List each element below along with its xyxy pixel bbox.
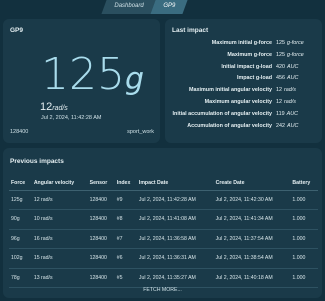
stat-value: 242 AUC	[276, 122, 299, 129]
table-cell: 90g	[9, 209, 32, 230]
table-cell: 1.000	[290, 248, 318, 269]
stat-label: Initial accumulation of angular velocity	[172, 110, 272, 117]
current-impact-card: GP9 125g 12rad/s Jul 2, 2024, 11:42:28 A…	[3, 19, 160, 143]
fetch-more-button[interactable]: FETCH MORE...	[3, 287, 322, 293]
table-cell: 125g	[9, 190, 32, 210]
table-cell: Jul 2, 2024, 11:41:34 AM	[213, 209, 291, 230]
table-cell: 1.000	[290, 229, 318, 249]
table-cell: 128400	[87, 229, 115, 249]
table-cell: Jul 2, 2024, 11:36:31 AM	[136, 248, 214, 269]
stat-value: 456 AUC	[276, 75, 299, 82]
stat-value: 119 AUC	[276, 110, 298, 117]
stat-label: Accumulation of angular velocity	[187, 122, 272, 129]
profile-name: sport_work	[127, 129, 154, 135]
table-cell: Jul 2, 2024, 11:40:18 AM	[213, 268, 291, 288]
table-cell: 128400	[87, 209, 115, 230]
table-cell: Jul 2, 2024, 11:38:54 AM	[213, 248, 291, 269]
table-cell: 1.000	[290, 209, 318, 230]
table-cell: 1.000	[290, 190, 318, 210]
stat-row: Initial impact g-load 420 AUC	[165, 64, 322, 73]
tab-gp9[interactable]: GP9	[150, 0, 188, 14]
table-cell: 12 rad/s	[31, 190, 88, 210]
stat-row: Maximum g-force 125 g-force	[165, 52, 322, 61]
table-cell: Jul 2, 2024, 11:42:28 AM	[136, 190, 214, 210]
table-row[interactable]: 125g 12 rad/s 128400 #9 Jul 2, 2024, 11:42:2…	[9, 190, 318, 210]
column-header[interactable]: Index	[114, 177, 137, 191]
table-cell: Jul 2, 2024, 11:35:27 AM	[136, 268, 214, 288]
table-row[interactable]: 90g 10 rad/s 128400 #8 Jul 2, 2024, 11:41:08…	[9, 209, 318, 230]
stat-label: Maximum initial angular velocity	[189, 87, 272, 94]
device-title: GP9	[10, 27, 24, 34]
table-cell: 78g	[9, 268, 32, 288]
column-header[interactable]: Angular velocity	[31, 177, 88, 191]
stat-value: 12 rad/s	[276, 87, 296, 94]
table-cell: 13 rad/s	[31, 268, 88, 288]
table-cell: #8	[114, 209, 137, 230]
stat-value: 12 rad/s	[276, 99, 296, 105]
angular-velocity-value: 12rad/s	[40, 101, 68, 113]
stat-label: Impact g-load	[236, 75, 272, 82]
table-cell: 128400	[87, 190, 115, 210]
last-impact-card: Last impact Maximum initial g-force 125 g-…	[165, 19, 322, 143]
column-header[interactable]: Impact Date	[136, 177, 214, 191]
table-header-row: Force Angular velocity Sensor Index Impact D…	[9, 177, 318, 191]
sensor-id: 128400	[10, 129, 29, 135]
column-header[interactable]: Battery	[290, 177, 318, 191]
table-row[interactable]: 96g 16 rad/s 128400 #7 Jul 2, 2024, 11:36:58…	[9, 229, 318, 249]
stat-row: Initial accumulation of angular velocity…	[165, 111, 322, 120]
table-cell: 128400	[87, 248, 115, 269]
table-cell: #9	[114, 190, 137, 210]
column-header[interactable]: Create Date	[213, 177, 291, 191]
previous-impacts-table: Force Angular velocity Sensor Index Impact D…	[9, 177, 318, 288]
column-header[interactable]: Sensor	[87, 177, 115, 191]
table-cell: 10 rad/s	[31, 209, 88, 230]
tab-bar: Dashboard GP9	[101, 0, 188, 14]
column-header[interactable]: Force	[9, 177, 32, 191]
table-row[interactable]: 102g 15 rad/s 128400 #6 Jul 2, 2024, 11:36:3…	[9, 248, 318, 269]
stat-label: Maximum g-force	[227, 51, 272, 58]
table-cell: Jul 2, 2024, 11:41:08 AM	[136, 209, 214, 230]
table-cell: 16 rad/s	[31, 229, 88, 249]
table-cell: #7	[114, 229, 137, 249]
table-cell: 96g	[9, 229, 32, 249]
table-cell: #5	[114, 268, 137, 288]
stat-label: Maximum initial g-force	[211, 40, 272, 46]
table-cell: 15 rad/s	[31, 248, 88, 269]
stat-label: Initial impact g-load	[221, 63, 272, 70]
stat-row: Accumulation of angular velocity 242 AUC	[165, 123, 322, 132]
stat-value: 125 g-force	[276, 40, 304, 46]
previous-impacts-card: Previous impacts Force Angular velocity Se…	[3, 148, 322, 298]
stat-value: 125 g-force	[276, 51, 304, 58]
table-cell: Jul 2, 2024, 11:42:30 AM	[213, 190, 291, 210]
table-cell: 128400	[87, 268, 115, 288]
table-row[interactable]: 78g 13 rad/s 128400 #5 Jul 2, 2024, 11:35:27…	[9, 268, 318, 288]
last-impact-title: Last impact	[172, 27, 209, 34]
stat-row: Maximum angular velocity 12 rad/s	[165, 99, 322, 108]
stat-row: Maximum initial g-force 125 g-force	[165, 40, 322, 49]
previous-impacts-title: Previous impacts	[10, 158, 64, 165]
stat-row: Impact g-load 456 AUC	[165, 75, 322, 84]
force-value: 125g	[41, 49, 145, 100]
tab-dashboard[interactable]: Dashboard	[101, 0, 156, 14]
table-cell: 1.000	[290, 268, 318, 288]
table-cell: 102g	[9, 248, 32, 269]
stat-row: Maximum initial angular velocity 12 rad/s	[165, 87, 322, 96]
stat-value: 420 AUC	[276, 63, 299, 70]
table-cell: Jul 2, 2024, 11:36:58 AM	[136, 229, 214, 249]
stat-label: Maximum angular velocity	[204, 99, 272, 105]
impact-date: Jul 2, 2024, 11:42:28 AM	[41, 115, 102, 121]
table-cell: #6	[114, 248, 137, 269]
table-cell: Jul 2, 2024, 11:37:54 AM	[213, 229, 291, 249]
